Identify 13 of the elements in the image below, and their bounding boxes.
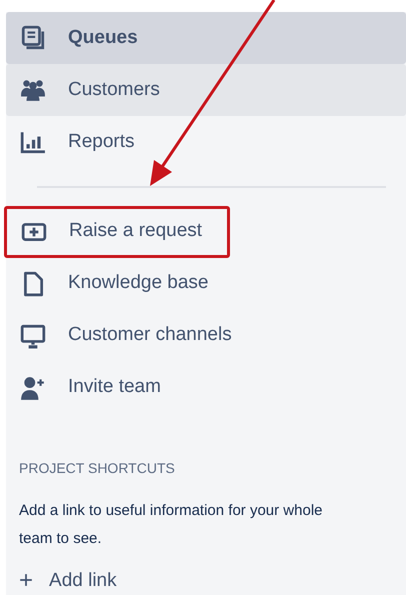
nav-item[interactable]: Knowledge base: [6, 258, 406, 310]
nav-item[interactable]: Queues: [6, 12, 406, 64]
nav-item[interactable]: Customers: [6, 64, 406, 116]
nav-item[interactable]: Reports: [6, 116, 406, 168]
queue-icon: [20, 25, 46, 51]
nav-item[interactable]: Invite team: [6, 362, 406, 414]
add-link-button[interactable]: + Add link: [19, 566, 117, 595]
monitor-icon: [20, 322, 46, 348]
add-person-icon: [20, 374, 46, 400]
nav-item[interactable]: Raise a request: [4, 206, 230, 258]
description-text: Add a link to useful information for your whole team to see.: [19, 500, 324, 548]
nav-item[interactable]: Customer channels: [6, 310, 406, 362]
section-heading: PROJECT SHORTCUTS: [19, 458, 176, 478]
